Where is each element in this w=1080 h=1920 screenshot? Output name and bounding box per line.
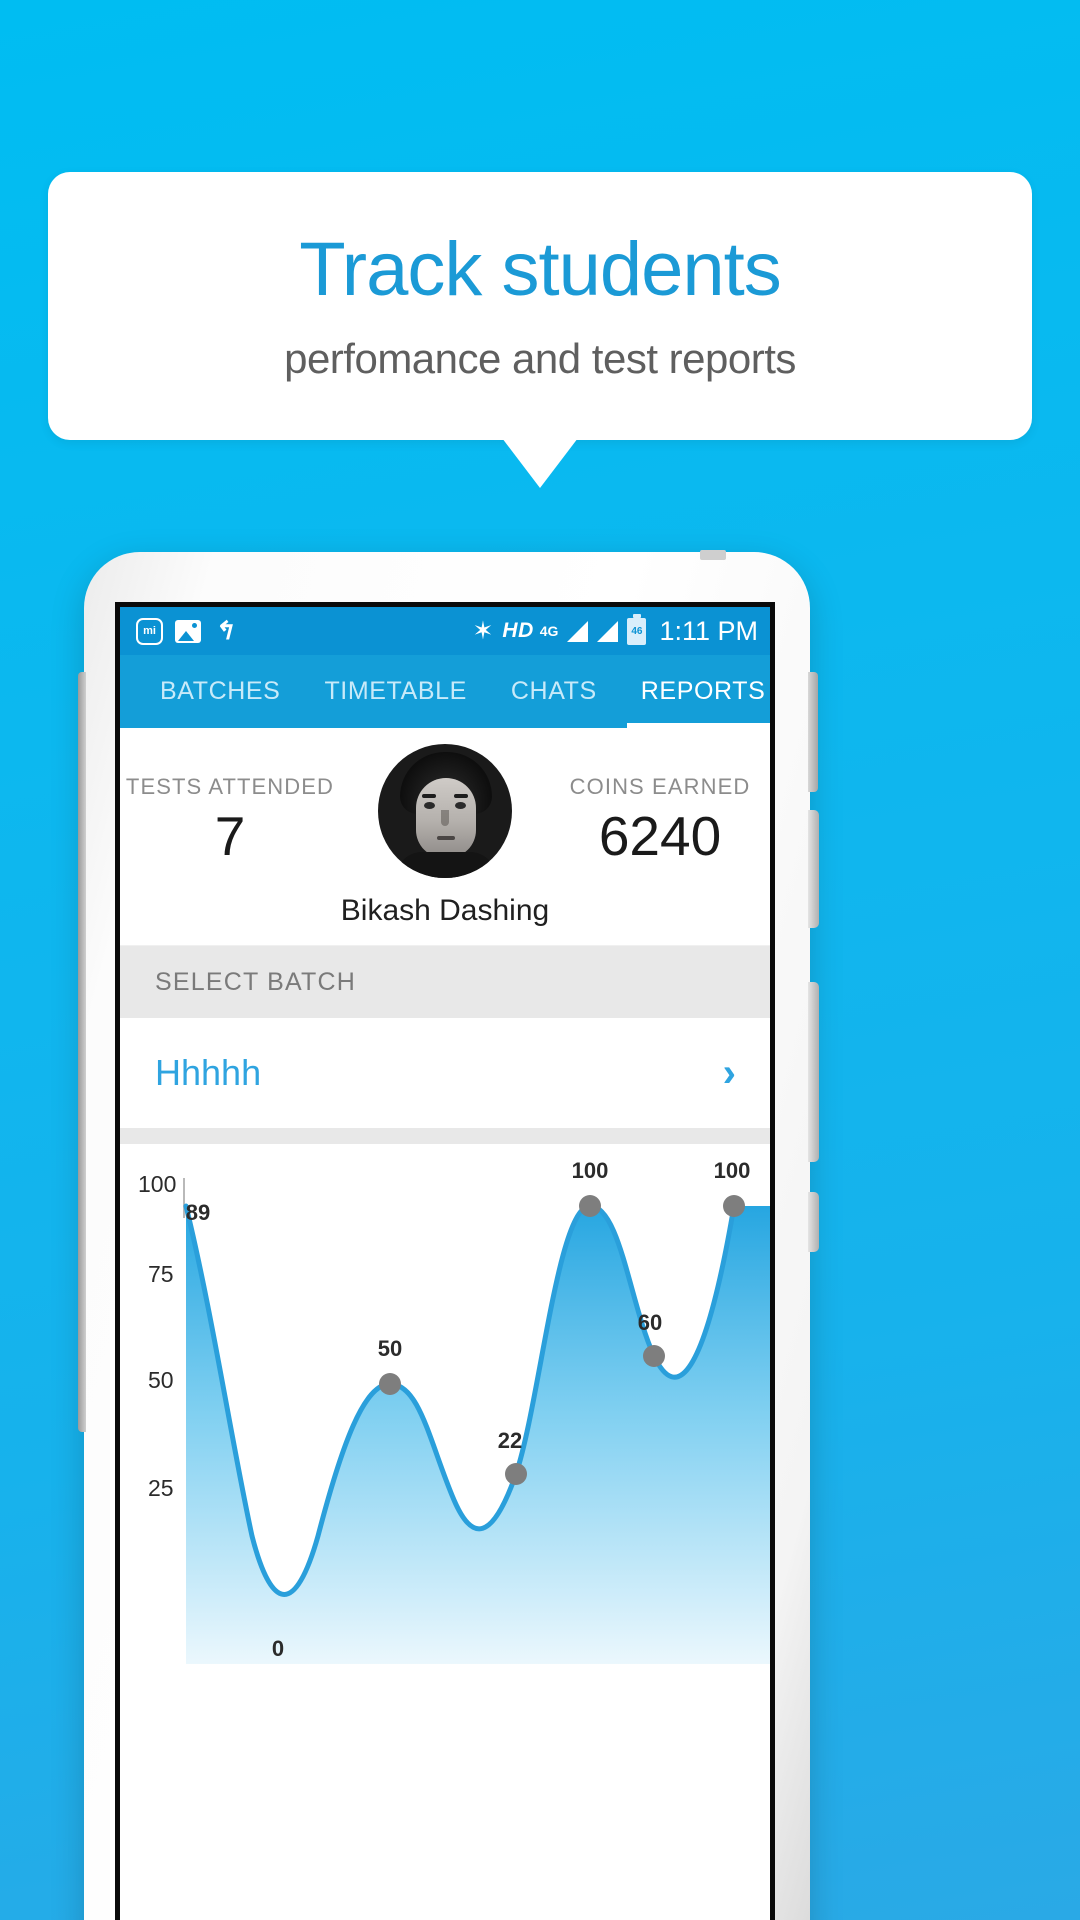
bluetooth-icon: ✶ [472,616,494,645]
y-tick-75: 75 [148,1261,174,1287]
gallery-icon [175,619,201,643]
status-bar-clock: 1:11 PM [659,615,758,646]
sync-disabled-icon: ↰ [213,616,234,645]
signal-bar-icon [597,620,619,642]
select-batch-section-header: SELECT BATCH [120,946,770,1018]
y-tick-25: 25 [148,1475,174,1501]
network-type-label: 4G [539,623,559,639]
avatar-shoulders [396,852,496,878]
avatar-mouth [437,836,455,840]
point-label-0: 0 [272,1636,284,1661]
tests-attended-label: TESTS ATTENDED [125,774,335,799]
tab-reports[interactable]: REPORTS [619,655,770,728]
data-point-60[interactable] [643,1345,665,1367]
hd-voice-label: HD [502,619,534,642]
chevron-right-icon[interactable]: › [723,1053,736,1093]
tab-chats[interactable]: CHATS [489,655,619,728]
point-label-22: 22 [498,1428,522,1453]
avatar-eye-left [424,802,435,809]
volume-down-button[interactable] [808,1192,819,1252]
antenna-line [700,550,726,560]
coins-earned-stat: COINS EARNED 6240 [550,728,770,866]
power-button[interactable] [808,810,819,928]
promo-subheadline: perfomance and test reports [284,335,796,382]
point-label-50: 50 [378,1336,402,1361]
battery-icon: 46 [627,617,647,645]
volume-button[interactable] [808,982,819,1162]
data-point-22[interactable] [505,1463,527,1485]
phone-mockup: mi ↰ ✶ HD 4G 46 1:11 PM BATCHES TIMETABL… [78,550,819,1920]
performance-chart-svg: 100 75 50 25 89 0 50 22 100 60 100 [138,1158,770,1664]
callout-tail [502,438,578,488]
point-label-60: 60 [638,1310,662,1335]
avatar-eye-right [455,802,466,809]
tab-bar: BATCHES TIMETABLE CHATS REPORTS [120,655,770,728]
point-label-100-a: 100 [572,1158,609,1183]
chart-area-fill [186,1206,770,1664]
tab-batches[interactable]: BATCHES [138,655,302,728]
status-bar-left-icons: mi ↰ [136,616,234,645]
y-tick-50: 50 [148,1367,174,1393]
profile-summary: TESTS ATTENDED 7 Bikash Dashing COINS EA… [120,728,770,946]
point-label-100-b: 100 [714,1158,751,1183]
point-label-89: 89 [186,1200,210,1225]
section-divider [120,1128,770,1144]
avatar-brow-left [422,794,436,798]
tests-attended-value: 7 [214,805,246,867]
batch-selector-row[interactable]: Hhhhh › [120,1018,770,1128]
promo-headline: Track students [299,227,782,312]
battery-level-label: 46 [631,625,643,637]
user-name: Bikash Dashing [340,894,550,927]
tab-timetable[interactable]: TIMETABLE [302,655,488,728]
avatar-column: Bikash Dashing [340,728,550,928]
performance-chart[interactable]: 100 75 50 25 89 0 50 22 100 60 100 [120,1144,770,1664]
promo-screenshot: Track students perfomance and test repor… [0,0,1080,1920]
mi-app-icon: mi [136,617,163,645]
data-point-100-a[interactable] [579,1195,601,1217]
promo-callout-card: Track students perfomance and test repor… [48,172,1032,440]
mi-app-label: mi [143,625,156,637]
coins-earned-label: COINS EARNED [569,774,751,799]
status-bar: mi ↰ ✶ HD 4G 46 1:11 PM [120,607,770,655]
data-point-50[interactable] [379,1373,401,1395]
phone-left-rail [78,672,86,1432]
y-tick-100: 100 [138,1171,176,1197]
signal-bar-icon [567,620,589,642]
phone-screen: mi ↰ ✶ HD 4G 46 1:11 PM BATCHES TIMETABL… [115,602,775,1920]
user-avatar-photo[interactable] [378,744,512,878]
coins-earned-value: 6240 [598,805,722,867]
phone-right-rail [808,672,818,792]
selected-batch-name: Hhhhh [155,1052,262,1093]
status-bar-right-icons: ✶ HD 4G 46 1:11 PM [472,616,758,647]
tests-attended-stat: TESTS ATTENDED 7 [120,728,340,866]
avatar-nose [441,810,449,826]
data-point-100-b[interactable] [723,1195,745,1217]
chart-y-axis: 100 75 50 25 [138,1171,185,1501]
avatar-brow-right [454,794,468,798]
